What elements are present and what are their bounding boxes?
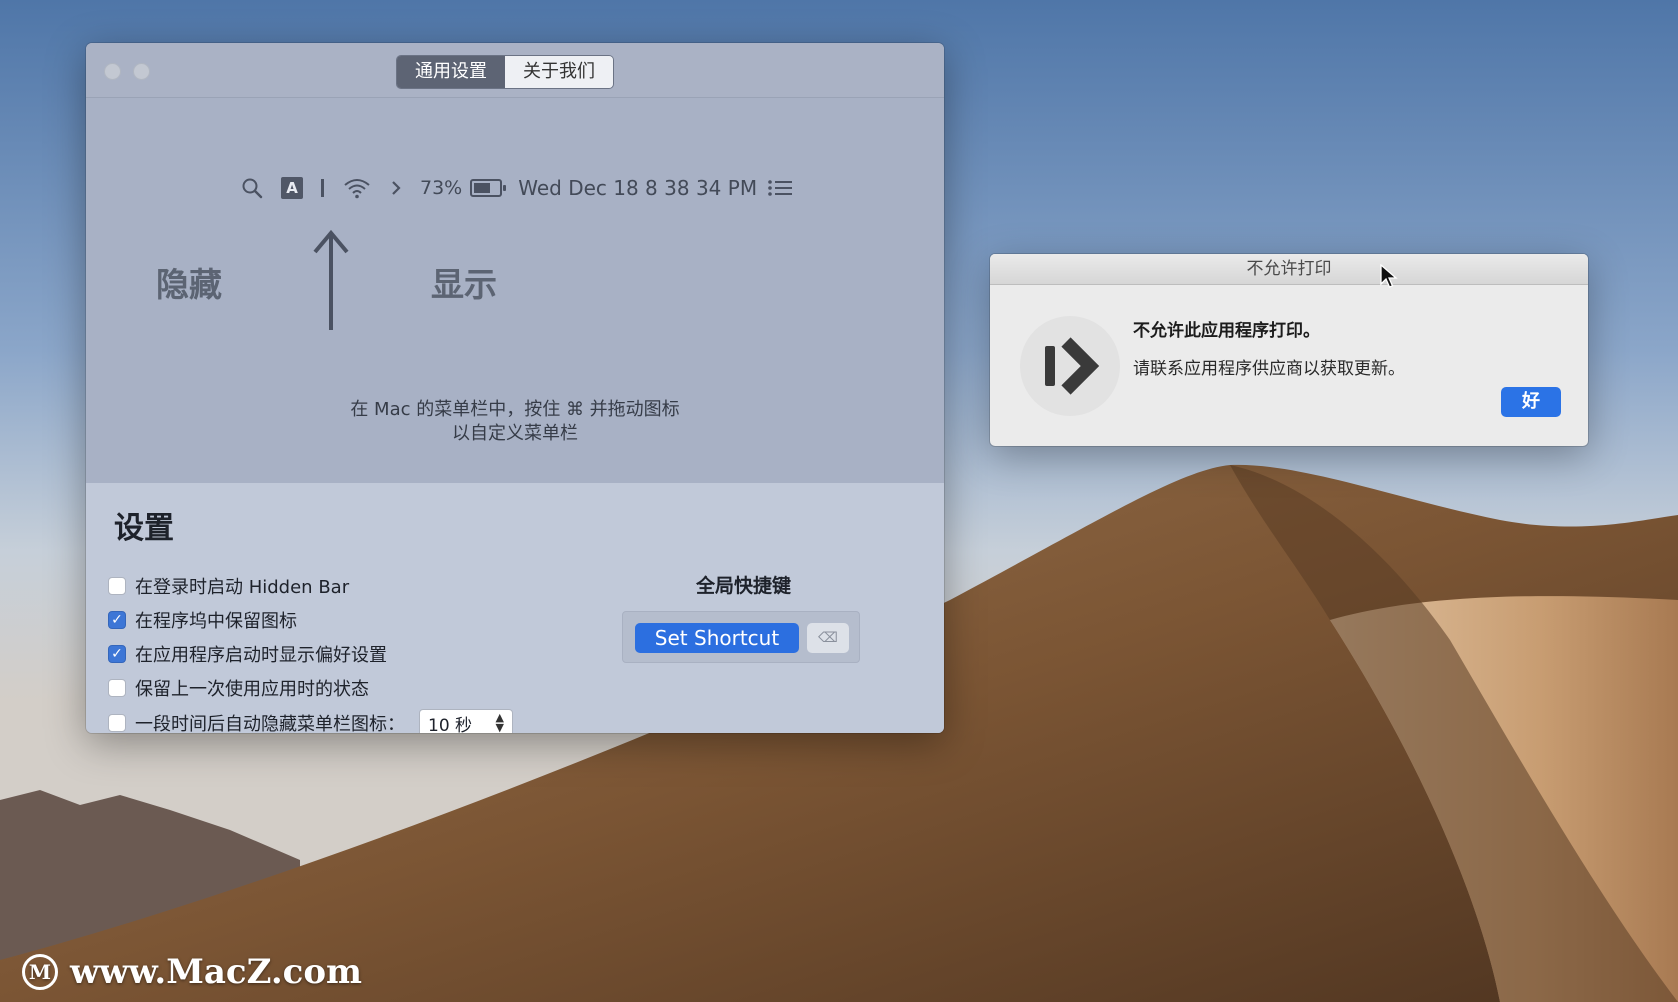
close-window-button[interactable] [104,63,121,80]
arrow-up-icon [311,228,351,337]
alert-message: 不允许此应用程序打印。 [1133,321,1320,341]
menubar-datetime: Wed Dec 18 8 38 34 PM [518,176,758,200]
titlebar: 通用设置 关于我们 [86,43,944,98]
ok-button[interactable]: 好 [1501,387,1561,417]
option-show-prefs-on-launch[interactable]: ✓ 在应用程序启动时显示偏好设置 [108,641,387,667]
auto-hide-delay-select[interactable]: 10 秒 ▲ ▼ [419,709,513,733]
hint-line-2: 以自定义菜单栏 [452,423,578,444]
print-not-allowed-alert: 不允许打印 不允许此应用程序打印。 请联系应用程序供应商以获取更新。 好 [990,254,1588,446]
preferences-window: 通用设置 关于我们 A 73% Wed Dec 18 8 38 34 PM 隐藏 [86,43,944,733]
checkbox[interactable] [108,714,126,732]
mouse-cursor-icon [1380,264,1398,288]
separator-icon[interactable] [321,179,324,197]
checkbox[interactable] [108,679,126,697]
option-keep-dock-icon[interactable]: ✓ 在程序坞中保留图标 [108,607,297,633]
option-label: 在登录时启动 Hidden Bar [135,577,350,598]
hide-section-label: 隐藏 [156,265,222,304]
checkbox-checked[interactable]: ✓ [108,611,126,629]
shortcut-recorder: Set Shortcut ⌫ [622,611,860,663]
option-auto-hide[interactable]: 一段时间后自动隐藏菜单栏图标： 10 秒 ▲ ▼ [108,709,513,733]
set-shortcut-button[interactable]: Set Shortcut [635,623,799,653]
input-source-icon: A [281,177,303,199]
hint-line-1: 在 Mac 的菜单栏中，按住 ⌘ 并拖动图标 [350,399,680,420]
checkbox-checked[interactable]: ✓ [108,645,126,663]
tab-general-settings[interactable]: 通用设置 [397,56,505,88]
tab-bar: 通用设置 关于我们 [396,55,614,89]
menubar-preview-area: A 73% Wed Dec 18 8 38 34 PM 隐藏 显示 在 Mac … [86,98,944,483]
minimize-window-button[interactable] [133,63,150,80]
battery-percent: 73% [420,177,463,199]
alert-title: 不允许打印 [990,254,1588,285]
chevron-right-icon[interactable] [390,179,402,197]
option-preserve-state[interactable]: 保留上一次使用应用时的状态 [108,675,369,701]
battery-icon [470,179,507,197]
alert-informative-text: 请联系应用程序供应商以获取更新。 [1133,359,1405,379]
option-label: 保留上一次使用应用时的状态 [135,679,369,700]
stepper-arrows-icon[interactable]: ▲ ▼ [496,712,504,733]
watermark: M www.MacZ.com [22,952,362,992]
global-shortcut-title: 全局快捷键 [696,575,792,597]
show-section-label: 显示 [431,265,497,304]
auto-hide-delay-value: 10 秒 [428,715,473,734]
search-icon [241,177,263,199]
settings-title: 设置 [114,511,174,546]
option-label: 在程序坞中保留图标 [135,611,297,632]
settings-panel: 设置 在登录时启动 Hidden Bar ✓ 在程序坞中保留图标 ✓ 在应用程序… [86,483,944,733]
watermark-text: www.MacZ.com [70,952,363,992]
macz-logo-icon: M [22,954,58,990]
option-launch-at-login[interactable]: 在登录时启动 Hidden Bar [108,573,349,599]
option-label: 在应用程序启动时显示偏好设置 [135,645,387,666]
drag-hint-text: 在 Mac 的菜单栏中，按住 ⌘ 并拖动图标 以自定义菜单栏 [86,398,944,446]
clear-shortcut-button[interactable]: ⌫ [807,623,849,653]
list-menu-icon [767,179,793,197]
tab-about-us[interactable]: 关于我们 [505,56,613,88]
option-label: 一段时间后自动隐藏菜单栏图标： [135,714,405,733]
checkbox[interactable] [108,577,126,595]
wifi-icon [342,177,372,199]
menubar-preview: A 73% Wed Dec 18 8 38 34 PM [241,168,811,208]
app-icon [1020,316,1120,416]
